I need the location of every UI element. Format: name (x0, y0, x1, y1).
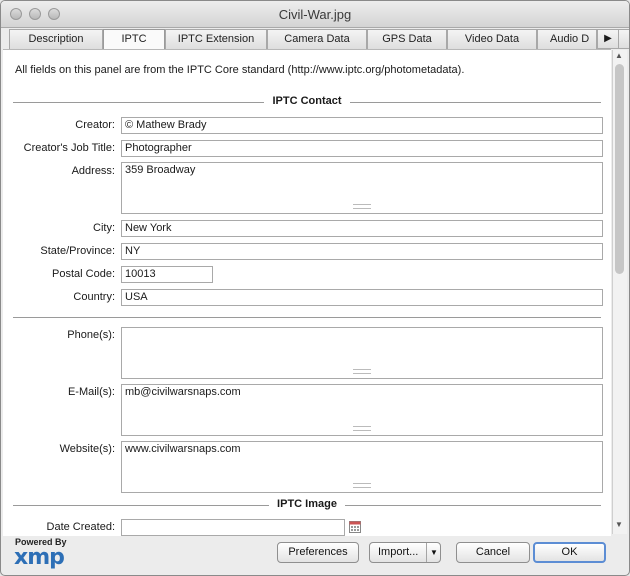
metadata-window: Civil-War.jpg Description IPTC IPTC Exte… (0, 0, 630, 576)
postal-code-label: Postal Code: (52, 268, 115, 280)
emails-value: mb@civilwarsnaps.com (125, 386, 241, 398)
date-created-field[interactable] (121, 519, 345, 536)
section-title-contact: IPTC Contact (3, 95, 611, 107)
tab-video-data[interactable]: Video Data (447, 29, 537, 49)
xmp-logo: xmp (14, 545, 65, 570)
tab-iptc[interactable]: IPTC (103, 29, 165, 50)
import-button[interactable]: Import... ▼ (369, 542, 441, 563)
state-field[interactable]: NY (121, 243, 603, 260)
creator-field[interactable]: © Mathew Brady (121, 117, 603, 134)
tab-iptc-extension[interactable]: IPTC Extension (165, 29, 267, 49)
resize-grip-icon[interactable] (353, 483, 371, 488)
divider (13, 317, 601, 318)
creator-label: Creator: (75, 119, 115, 131)
tab-scroll-right-icon[interactable]: ▶ (597, 29, 619, 49)
resize-grip-icon[interactable] (353, 369, 371, 374)
city-label: City: (93, 222, 115, 234)
address-label: Address: (71, 165, 115, 177)
calendar-icon[interactable] (349, 521, 361, 533)
city-field[interactable]: New York (121, 220, 603, 237)
scrollbar-thumb[interactable] (615, 64, 624, 274)
resize-grip-icon[interactable] (353, 426, 371, 431)
websites-field[interactable]: www.civilwarsnaps.com (121, 441, 603, 493)
job-title-field[interactable]: Photographer (121, 140, 603, 157)
phones-label: Phone(s): (67, 329, 115, 341)
job-title-label: Creator's Job Title: (23, 142, 115, 154)
cancel-button[interactable]: Cancel (456, 542, 530, 563)
websites-label: Website(s): (59, 443, 115, 455)
postal-code-field[interactable]: 10013 (121, 266, 213, 283)
panel-intro-text: All fields on this panel are from the IP… (15, 64, 465, 76)
title-bar: Civil-War.jpg (1, 1, 629, 28)
tab-gps-data[interactable]: GPS Data (367, 29, 447, 49)
preferences-button[interactable]: Preferences (277, 542, 359, 563)
ok-button[interactable]: OK (533, 542, 606, 563)
address-field[interactable]: 359 Broadway (121, 162, 603, 214)
section-title-image: IPTC Image (3, 498, 611, 510)
tab-camera-data[interactable]: Camera Data (267, 29, 367, 49)
iptc-panel: All fields on this panel are from the IP… (3, 49, 611, 536)
scroll-up-icon[interactable]: ▲ (615, 51, 623, 60)
websites-value: www.civilwarsnaps.com (125, 443, 241, 455)
import-button-label: Import... (378, 546, 419, 558)
tab-bar: Description IPTC IPTC Extension Camera D… (9, 29, 629, 50)
resize-grip-icon[interactable] (353, 204, 371, 209)
emails-label: E-Mail(s): (67, 386, 115, 398)
country-field[interactable]: USA (121, 289, 603, 306)
date-created-label: Date Created: (46, 521, 115, 533)
phones-field[interactable] (121, 327, 603, 379)
tab-scroll-extra[interactable] (618, 29, 629, 49)
tab-audio-data[interactable]: Audio D (537, 29, 597, 49)
vertical-scrollbar[interactable]: ▲ ▼ (612, 50, 627, 534)
country-label: Country: (73, 291, 115, 303)
import-dropdown-icon[interactable]: ▼ (426, 543, 441, 562)
scroll-down-icon[interactable]: ▼ (615, 520, 623, 529)
tab-description[interactable]: Description (9, 29, 103, 49)
emails-field[interactable]: mb@civilwarsnaps.com (121, 384, 603, 436)
window-title: Civil-War.jpg (278, 7, 352, 22)
address-value: 359 Broadway (125, 164, 196, 176)
state-label: State/Province: (40, 245, 115, 257)
